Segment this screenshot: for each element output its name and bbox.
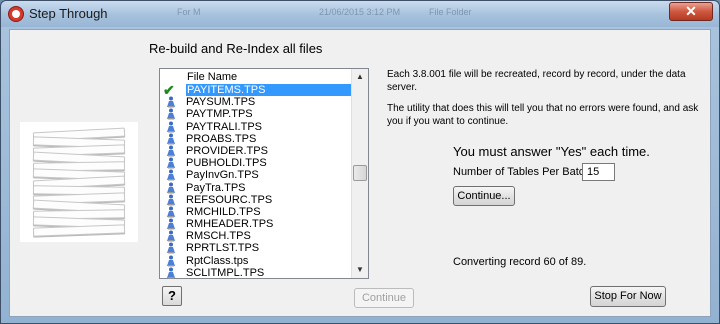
batch-size-input[interactable] <box>582 163 615 181</box>
list-item[interactable]: RptClass.tps <box>160 255 352 267</box>
list-item[interactable]: RMCHILD.TPS <box>160 206 352 218</box>
scroll-thumb[interactable] <box>353 165 367 181</box>
title-bar[interactable]: Step Through For M 21/06/2015 3:12 PM Fi… <box>1 1 719 27</box>
file-name: PAYTRALI.TPS <box>186 120 263 133</box>
file-name: RptClass.tps <box>186 254 249 267</box>
list-item[interactable]: PROABS.TPS <box>160 133 352 145</box>
window-title: Step Through <box>29 6 108 21</box>
info-text-line: you if you want to continue. <box>387 116 509 127</box>
file-name: RMCHILD.TPS <box>186 205 261 218</box>
continue-disabled-button[interactable]: Continue <box>354 288 414 308</box>
continue-button[interactable]: Continue... <box>453 186 515 206</box>
app-logo-icon <box>8 6 24 22</box>
file-name: RMHEADER.TPS <box>186 218 274 231</box>
vertical-scrollbar[interactable]: ▲ ▼ <box>351 69 368 278</box>
list-item[interactable]: RMHEADER.TPS <box>160 218 352 230</box>
file-person-icon <box>167 121 175 133</box>
file-person-icon <box>167 133 175 145</box>
file-list-items: ✔ PAYITEMS.TPS PAYSUM.TPS PAYTMP.TPS PAYTRAL… <box>160 82 352 279</box>
info-text-line: Each 3.8.001 file will be recreated, rec… <box>387 69 686 80</box>
file-list[interactable]: File Name ✔ PAYITEMS.TPS PAYSUM.TPS PAYTMP.… <box>159 68 369 279</box>
file-name: PAYTMP.TPS <box>186 108 253 121</box>
list-item[interactable]: RMSCH.TPS <box>160 230 352 242</box>
background-label: File Folder <box>429 7 472 17</box>
conversion-status: Converting record 60 of 89. <box>453 256 587 268</box>
list-item[interactable]: PAYSUM.TPS <box>160 96 352 108</box>
checkmark-icon: ✔ <box>163 82 175 98</box>
file-name: PROABS.TPS <box>186 132 257 145</box>
file-person-icon <box>167 169 175 181</box>
column-header[interactable]: File Name <box>187 71 237 83</box>
file-person-icon <box>167 230 175 242</box>
step-through-window: Step Through For M 21/06/2015 3:12 PM Fi… <box>0 0 720 324</box>
info-text-line: server. <box>387 82 418 93</box>
file-name: RMSCH.TPS <box>186 230 251 243</box>
list-item[interactable]: SCLITMPL.TPS <box>160 267 352 279</box>
list-item[interactable]: PAYTMP.TPS <box>160 108 352 120</box>
file-person-icon <box>167 194 175 206</box>
file-name: PAYSUM.TPS <box>186 96 256 109</box>
instruction-text: You must answer "Yes" each time. <box>453 144 650 159</box>
file-person-icon <box>167 145 175 157</box>
stop-for-now-button[interactable]: Stop For Now <box>590 286 666 307</box>
file-person-icon <box>167 96 175 108</box>
file-person-icon <box>167 242 175 254</box>
list-item[interactable]: PROVIDER.TPS <box>160 145 352 157</box>
help-button[interactable]: ? <box>162 286 182 306</box>
info-text-line: The utility that does this will tell you… <box>387 103 699 114</box>
list-item[interactable]: PAYTRALI.TPS <box>160 121 352 133</box>
file-name: PayInvGn.TPS <box>186 169 259 182</box>
background-label: For M <box>177 7 201 17</box>
file-name: PROVIDER.TPS <box>186 144 268 157</box>
list-item[interactable]: REFSOURC.TPS <box>160 194 352 206</box>
file-person-icon <box>167 255 175 267</box>
file-name: PayTra.TPS <box>186 181 246 194</box>
file-name: PAYITEMS.TPS <box>186 84 352 96</box>
file-person-icon <box>167 108 175 120</box>
file-name: RPRTLST.TPS <box>186 242 260 255</box>
background-label: 21/06/2015 3:12 PM <box>319 7 401 17</box>
paper-stack-image <box>20 122 138 242</box>
list-item[interactable]: RPRTLST.TPS <box>160 242 352 254</box>
page-title: Re-build and Re-Index all files <box>149 41 323 56</box>
file-person-icon <box>167 157 175 169</box>
list-item[interactable]: PayTra.TPS <box>160 182 352 194</box>
file-person-icon <box>167 267 175 279</box>
file-person-icon <box>167 218 175 230</box>
close-button[interactable]: ✕ <box>669 2 713 21</box>
dialog-body: Re-build and Re-Index all files File Nam… <box>9 29 711 317</box>
file-person-icon <box>167 206 175 218</box>
list-item[interactable]: ✔ PAYITEMS.TPS <box>160 82 352 98</box>
list-item[interactable]: PUBHOLDI.TPS <box>160 157 352 169</box>
file-name: SCLITMPL.TPS <box>186 266 265 279</box>
scroll-up-icon[interactable]: ▲ <box>352 69 368 85</box>
list-item[interactable]: PayInvGn.TPS <box>160 169 352 181</box>
file-name: REFSOURC.TPS <box>186 193 273 206</box>
file-name: PUBHOLDI.TPS <box>186 157 267 170</box>
file-person-icon <box>167 182 175 193</box>
scroll-down-icon[interactable]: ▼ <box>352 262 368 278</box>
batch-size-label: Number of Tables Per Batch: <box>453 166 594 178</box>
